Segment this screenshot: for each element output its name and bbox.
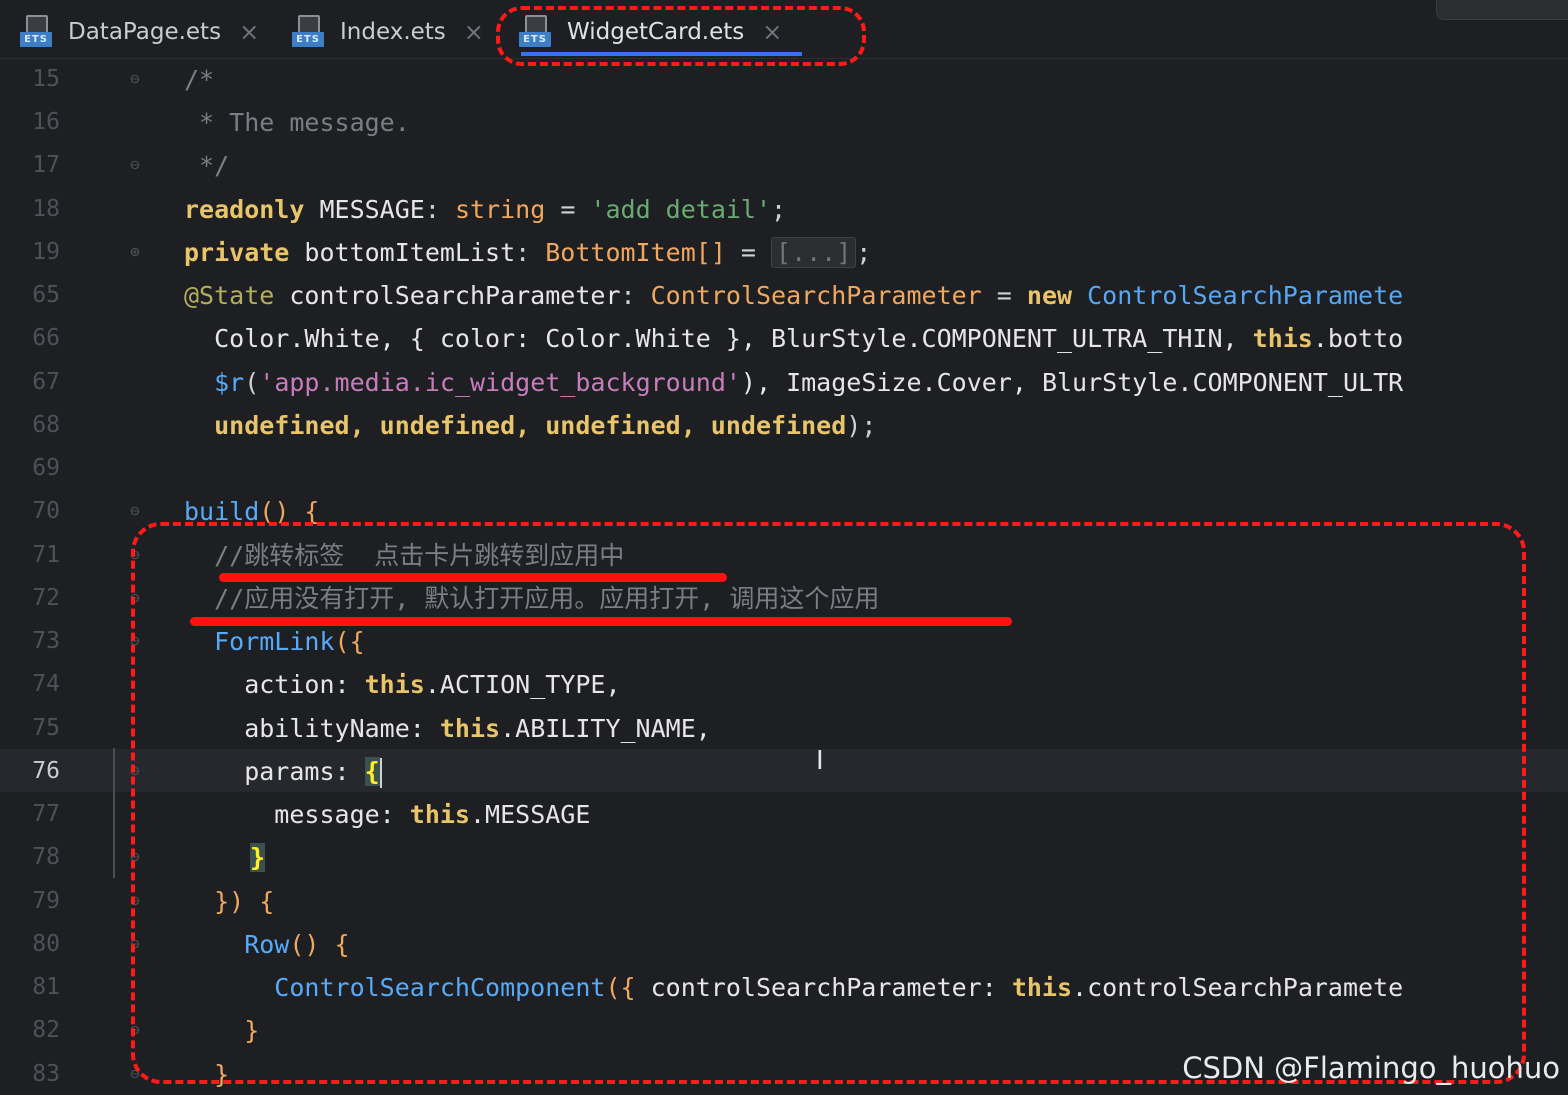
code-line-15: /* <box>184 65 215 94</box>
line-number: 18 <box>32 196 60 222</box>
tab-datapage[interactable]: ETS DataPage.ets × <box>20 8 259 56</box>
line-number: 79 <box>32 888 60 914</box>
line-number: 81 <box>32 974 60 1000</box>
tab-label: DataPage.ets <box>68 19 222 45</box>
folded-region[interactable]: [...] <box>771 237 857 268</box>
line-number: 77 <box>32 801 60 827</box>
line-number: 73 <box>32 628 60 654</box>
ide-window: ETS DataPage.ets × ETS Index.ets × ETS W… <box>0 0 1568 1095</box>
fold-expand-icon[interactable]: ⊕ <box>126 243 144 261</box>
annotation-underline <box>190 617 1012 626</box>
line-number: 15 <box>32 66 60 92</box>
mouse-ibeam-cursor-icon: I <box>816 746 824 776</box>
line-number: 19 <box>32 239 60 265</box>
close-icon[interactable]: × <box>464 18 484 46</box>
tab-label: Index.ets <box>340 19 446 45</box>
annotation-highlight-tab <box>496 6 866 66</box>
line-number: 69 <box>32 455 60 481</box>
watermark: CSDN @Flamingo_huohuo <box>1182 1051 1560 1085</box>
ets-file-icon: ETS <box>20 15 54 49</box>
close-icon[interactable]: × <box>239 18 259 46</box>
code-line-68: undefined, undefined, undefined, undefin… <box>184 411 877 440</box>
indent-guide <box>113 748 115 878</box>
line-number: 83 <box>32 1061 60 1087</box>
annotation-underline <box>219 573 727 582</box>
code-line-16: * The message. <box>184 108 410 137</box>
line-number: 74 <box>32 671 60 697</box>
line-number: 66 <box>32 325 60 351</box>
line-number: 80 <box>32 931 60 957</box>
annotation-highlight-code-block <box>131 522 1526 1084</box>
line-number: 82 <box>32 1017 60 1043</box>
ets-file-icon: ETS <box>292 15 326 49</box>
line-number: 16 <box>32 109 60 135</box>
code-line-18: readonly MESSAGE: string = 'add detail'; <box>184 195 787 224</box>
code-line-65: @State controlSearchParameter: ControlSe… <box>184 281 1404 310</box>
fold-end-icon[interactable]: ⊖ <box>126 156 144 174</box>
line-number: 65 <box>32 282 60 308</box>
code-line-19: private bottomItemList: BottomItem[] = [… <box>184 237 872 268</box>
fold-collapse-icon[interactable]: ⊖ <box>126 70 144 88</box>
code-line-17: */ <box>184 151 230 180</box>
line-number: 71 <box>32 542 60 568</box>
line-number: 17 <box>32 152 60 178</box>
line-number: 75 <box>32 715 60 741</box>
fold-collapse-icon[interactable]: ⊖ <box>126 502 144 520</box>
code-line-67: $r('app.media.ic_widget_background'), Im… <box>184 368 1404 397</box>
line-number: 78 <box>32 844 60 870</box>
line-number: 72 <box>32 585 60 611</box>
toolbar-widget[interactable] <box>1436 0 1568 20</box>
code-line-66: Color.White, { color: Color.White }, Blu… <box>184 324 1404 353</box>
line-number: 70 <box>32 498 60 524</box>
tab-index[interactable]: ETS Index.ets × <box>292 8 484 56</box>
line-number: 68 <box>32 412 60 438</box>
line-number-current: 76 <box>32 758 60 784</box>
line-number: 67 <box>32 369 60 395</box>
